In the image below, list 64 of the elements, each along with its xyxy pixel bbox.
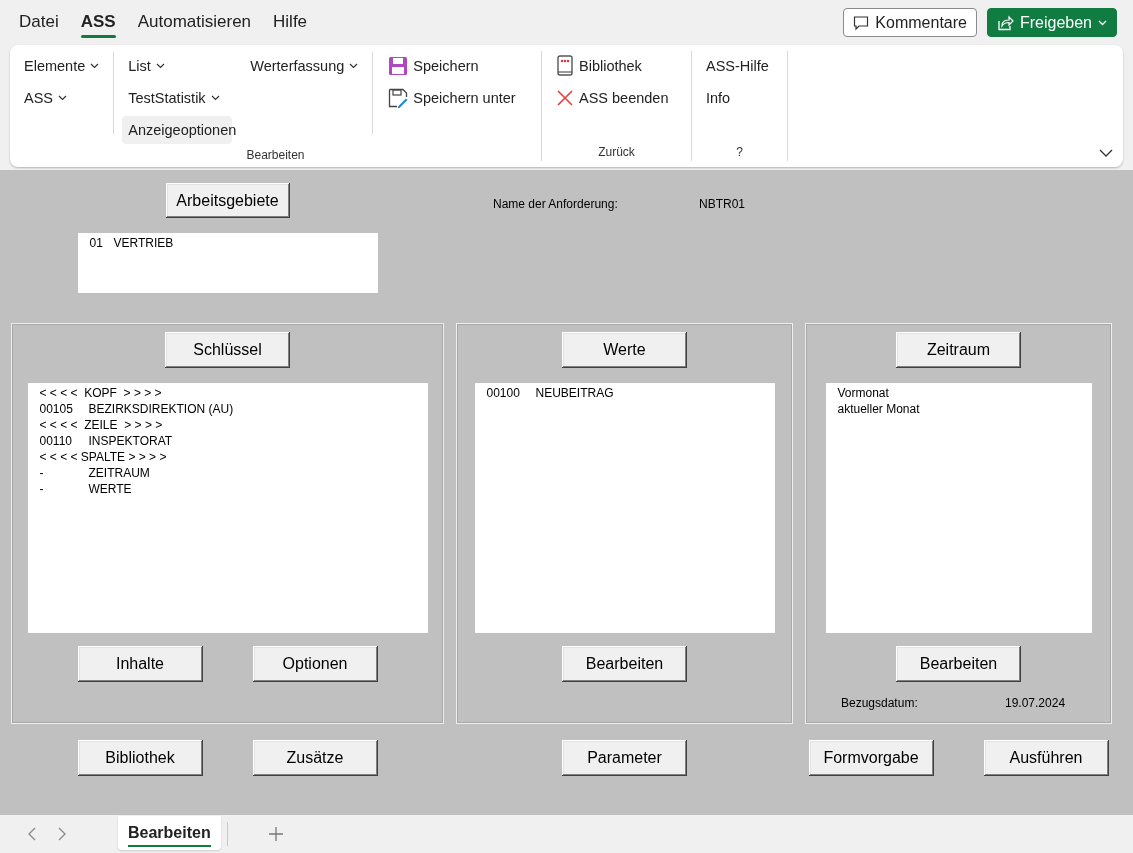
sheet-tab[interactable]: Bearbeiten (118, 816, 221, 850)
button[interactable]: Ausführen (983, 740, 1109, 776)
field-label: Name der Anforderung: (493, 197, 619, 213)
ribbon-button[interactable]: Werterfassung (244, 52, 365, 80)
button[interactable]: Schlüssel (165, 332, 290, 368)
comments-button[interactable]: Kommentare (843, 8, 977, 37)
field-label: Bezugsdatum: (841, 696, 919, 710)
group-label: ? (735, 145, 744, 161)
button[interactable]: Optionen (252, 646, 378, 682)
ribbon-button[interactable]: ASS-Hilfe (700, 52, 775, 80)
ribbon-button[interactable]: ASS (18, 84, 106, 112)
chevron-right-icon[interactable] (58, 827, 66, 841)
button[interactable]: Formvorgabe (808, 740, 934, 776)
list-item: - ZEITRAUM (39, 465, 151, 481)
ribbon-button[interactable]: Speichern (382, 52, 522, 80)
list-item: < < < < SPALTE > > > > (39, 449, 168, 465)
ribbon-button[interactable]: List (122, 52, 233, 80)
chevron-down-icon (90, 63, 100, 69)
ribbon-button[interactable]: TestStatistik (122, 84, 233, 112)
chevron-left-icon[interactable] (28, 827, 36, 841)
speech-bubble-icon (853, 14, 870, 31)
chevron-down-icon[interactable] (1099, 149, 1113, 157)
ribbon-button[interactable]: Speichern unter (382, 84, 522, 112)
field-value: 19.07.2024 (1005, 696, 1066, 710)
button[interactable]: Zusätze (252, 740, 378, 776)
ribbon-button[interactable]: ASS beenden (550, 84, 675, 112)
ribbon-button[interactable]: Info (700, 84, 775, 112)
list-item: < < < < ZEILE > > > > (39, 417, 164, 433)
chevron-down-icon (155, 63, 165, 69)
menu-tab[interactable]: Datei (8, 5, 70, 40)
share-arrow-icon (996, 14, 1014, 31)
close-icon (556, 89, 574, 107)
list-item: 00110 INSPEKTORAT (39, 433, 174, 449)
button[interactable]: Inhalte (77, 646, 203, 682)
list-item: < < < < KOPF > > > > (39, 385, 163, 401)
button[interactable]: Parameter (562, 740, 687, 776)
list-item: Vormonat (837, 385, 890, 401)
share-button[interactable]: Freigeben (986, 8, 1117, 37)
ribbon-button[interactable]: Elemente (18, 52, 106, 80)
menu-tab[interactable]: ASS (69, 5, 127, 40)
list-item: aktueller Monat (837, 401, 921, 417)
button[interactable]: Bibliothek (77, 740, 203, 776)
list-item: 00105 BEZIRKSDIREKTION (AU) (39, 401, 235, 417)
button[interactable]: Bearbeiten (896, 646, 1021, 682)
ribbon-button[interactable]: Bibliothek (550, 52, 675, 80)
list-item: 01 VERTRIEB (89, 235, 175, 251)
chevron-down-icon (349, 63, 359, 69)
add-icon[interactable] (267, 826, 284, 842)
group-label: Bearbeiten (245, 148, 306, 164)
field-value: NBTR01 (699, 197, 745, 213)
group-label: Zurück (597, 145, 636, 161)
button[interactable]: Arbeitsgebiete (165, 183, 290, 218)
button[interactable]: Werte (562, 332, 687, 368)
menu-tab[interactable]: Automatisieren (126, 5, 263, 40)
menu-tab[interactable]: Hilfe (262, 5, 319, 40)
button[interactable]: Bearbeiten (562, 646, 687, 682)
list-item: 00100 NEUBEITRAG (486, 385, 615, 401)
book-icon (556, 55, 574, 77)
chevron-down-icon (58, 95, 67, 101)
list-item: - WERTE (39, 481, 133, 497)
chevron-down-icon (1098, 19, 1107, 26)
button[interactable]: Zeitraum (896, 332, 1021, 368)
floppy-pencil-icon (388, 88, 409, 108)
chevron-down-icon (210, 95, 220, 101)
